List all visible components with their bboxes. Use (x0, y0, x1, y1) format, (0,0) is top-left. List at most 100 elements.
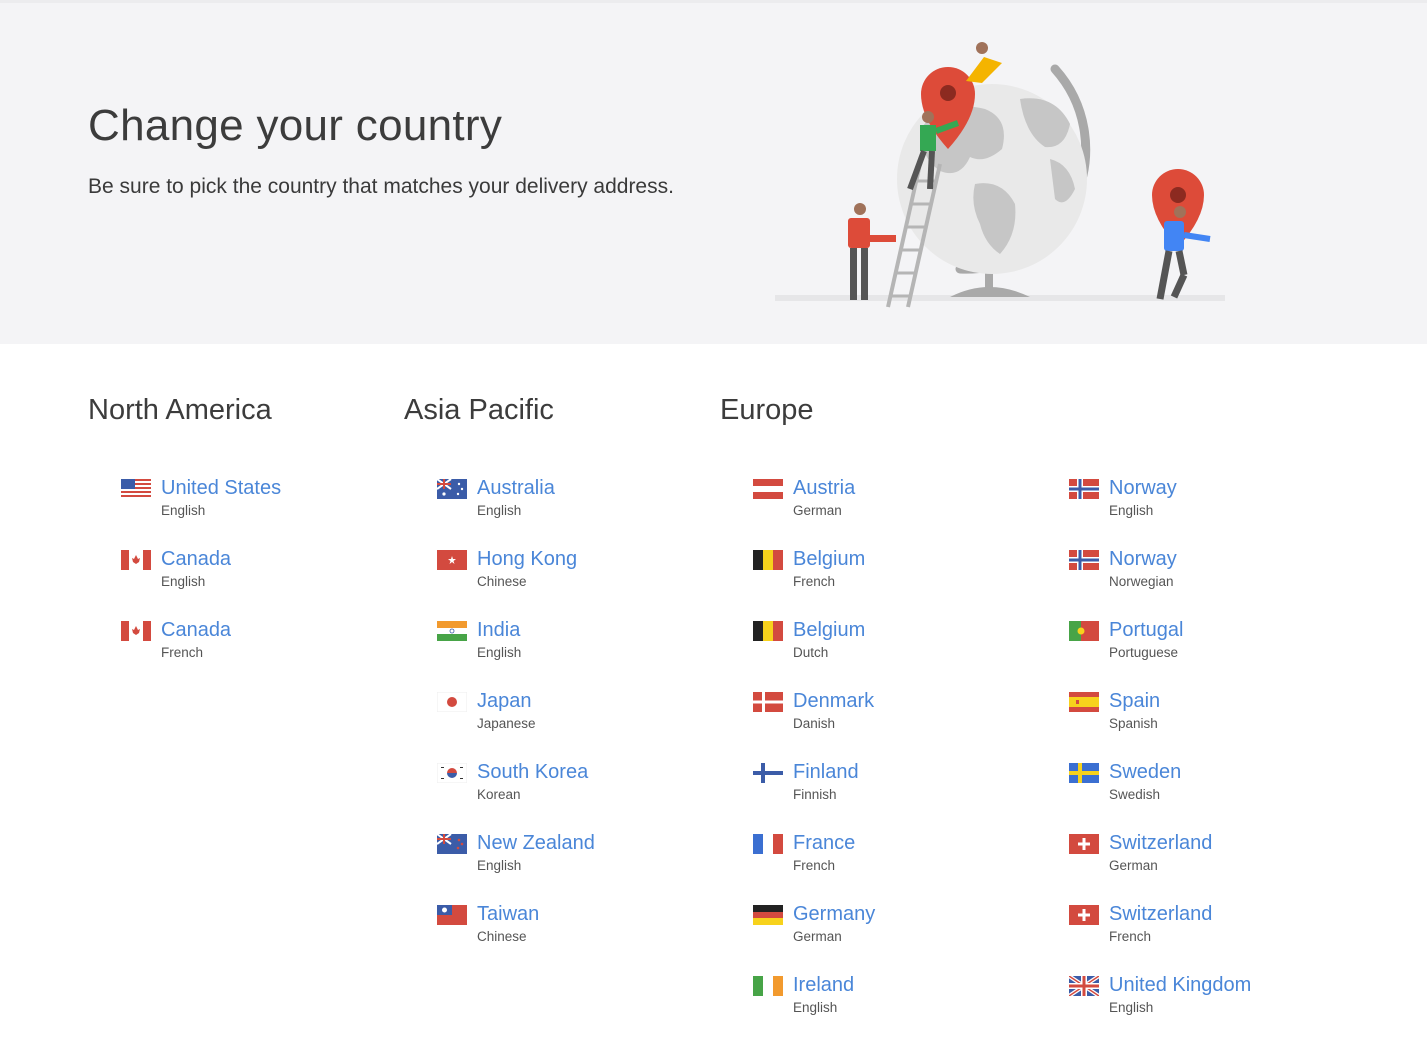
country-name[interactable]: Denmark (793, 690, 874, 713)
country-option-ireland-english[interactable]: Ireland English (753, 971, 1053, 1042)
new-zealand-flag-icon (437, 834, 467, 854)
norway-flag-icon (1069, 479, 1099, 499)
country-name[interactable]: Finland (793, 761, 859, 784)
country-option-united-states-english[interactable]: United States English (121, 474, 421, 545)
finland-flag-icon (753, 763, 783, 783)
country-name[interactable]: Japan (477, 690, 532, 713)
country-name[interactable]: Australia (477, 477, 555, 500)
austria-flag-icon (753, 479, 783, 499)
hong-kong-flag-icon (437, 550, 467, 570)
country-name[interactable]: Canada (161, 548, 231, 571)
country-option-new-zealand-english[interactable]: New Zealand English (437, 829, 737, 900)
country-option-canada-french[interactable]: Canada French (121, 616, 421, 687)
country-name[interactable]: Taiwan (477, 903, 539, 926)
asia-pacific-list: Australia English Hong Kong Chinese Indi… (437, 474, 737, 971)
globe-illustration (775, 42, 1225, 308)
country-name[interactable]: India (477, 619, 520, 642)
country-name[interactable]: Portugal (1109, 619, 1184, 642)
country-language: German (793, 929, 842, 944)
country-language: English (1109, 1000, 1154, 1015)
country-language: Norwegian (1109, 574, 1174, 589)
country-language: English (477, 645, 522, 660)
country-option-norway-english[interactable]: Norway English (1069, 474, 1369, 545)
portugal-flag-icon (1069, 621, 1099, 641)
country-language: English (161, 574, 206, 589)
country-language: Swedish (1109, 787, 1161, 802)
country-option-south-korea-korean[interactable]: South Korea Korean (437, 758, 737, 829)
ireland-flag-icon (753, 976, 783, 996)
country-option-united-kingdom-english[interactable]: United Kingdom English (1069, 971, 1369, 1042)
country-option-germany-german[interactable]: Germany German (753, 900, 1053, 971)
country-language: English (793, 1000, 838, 1015)
country-language: English (1109, 503, 1154, 518)
germany-flag-icon (753, 905, 783, 925)
country-option-japan-japanese[interactable]: Japan Japanese (437, 687, 737, 758)
country-name[interactable]: New Zealand (477, 832, 595, 855)
country-language: Danish (793, 716, 836, 731)
country-name[interactable]: Hong Kong (477, 548, 577, 571)
canada-flag-icon (121, 550, 151, 570)
australia-flag-icon (437, 479, 467, 499)
country-option-portugal-portuguese[interactable]: Portugal Portuguese (1069, 616, 1369, 687)
country-language: Finnish (793, 787, 837, 802)
country-language: Chinese (477, 574, 527, 589)
taiwan-flag-icon (437, 905, 467, 925)
europe-list-column-1: Austria German Belgium French Belgium Du… (753, 474, 1053, 1042)
country-option-austria-german[interactable]: Austria German (753, 474, 1053, 545)
country-name[interactable]: Switzerland (1109, 903, 1212, 926)
canada-flag-icon (121, 621, 151, 641)
country-option-india-english[interactable]: India English (437, 616, 737, 687)
country-name[interactable]: United Kingdom (1109, 974, 1251, 997)
denmark-flag-icon (753, 692, 783, 712)
country-option-denmark-danish[interactable]: Denmark Danish (753, 687, 1053, 758)
country-option-hong-kong-chinese[interactable]: Hong Kong Chinese (437, 545, 737, 616)
switzerland-flag-icon (1069, 834, 1099, 854)
north-america-list: United States English Canada English Can… (121, 474, 421, 687)
south-korea-flag-icon (437, 763, 467, 783)
country-name[interactable]: Spain (1109, 690, 1160, 713)
country-name[interactable]: Belgium (793, 619, 865, 642)
country-name[interactable]: Germany (793, 903, 875, 926)
country-name[interactable]: United States (161, 477, 281, 500)
country-option-belgium-dutch[interactable]: Belgium Dutch (753, 616, 1053, 687)
us-flag-icon (121, 479, 151, 499)
region-heading-europe: Europe (720, 394, 814, 426)
page-title: Change your country (88, 101, 503, 150)
hero-banner: Change your country Be sure to pick the … (0, 0, 1427, 344)
country-option-canada-english[interactable]: Canada English (121, 545, 421, 616)
country-name[interactable]: Ireland (793, 974, 854, 997)
country-name[interactable]: Switzerland (1109, 832, 1212, 855)
country-language: German (1109, 858, 1158, 873)
europe-list-column-2: Norway English Norway Norwegian Portugal… (1069, 474, 1369, 1042)
country-name[interactable]: France (793, 832, 855, 855)
japan-flag-icon (437, 692, 467, 712)
country-name[interactable]: Austria (793, 477, 855, 500)
country-language: English (161, 503, 206, 518)
country-name[interactable]: South Korea (477, 761, 588, 784)
country-name[interactable]: Sweden (1109, 761, 1181, 784)
country-name[interactable]: Belgium (793, 548, 865, 571)
country-name[interactable]: Norway (1109, 477, 1177, 500)
country-name[interactable]: Canada (161, 619, 231, 642)
country-option-finland-finnish[interactable]: Finland Finnish (753, 758, 1053, 829)
country-option-france-french[interactable]: France French (753, 829, 1053, 900)
country-option-belgium-french[interactable]: Belgium French (753, 545, 1053, 616)
country-language: Portuguese (1109, 645, 1179, 660)
spain-flag-icon (1069, 692, 1099, 712)
country-language: English (477, 503, 522, 518)
country-language: French (793, 574, 836, 589)
country-option-australia-english[interactable]: Australia English (437, 474, 737, 545)
country-option-switzerland-french[interactable]: Switzerland French (1069, 900, 1369, 971)
country-language: French (161, 645, 204, 660)
country-option-sweden-swedish[interactable]: Sweden Swedish (1069, 758, 1369, 829)
page-subtitle: Be sure to pick the country that matches… (88, 175, 674, 198)
country-option-taiwan-chinese[interactable]: Taiwan Chinese (437, 900, 737, 971)
country-option-norway-norwegian[interactable]: Norway Norwegian (1069, 545, 1369, 616)
country-language: French (1109, 929, 1152, 944)
belgium-flag-icon (753, 550, 783, 570)
country-name[interactable]: Norway (1109, 548, 1177, 571)
country-language: Dutch (793, 645, 829, 660)
country-option-spain-spanish[interactable]: Spain Spanish (1069, 687, 1369, 758)
country-language: Chinese (477, 929, 527, 944)
country-option-switzerland-german[interactable]: Switzerland German (1069, 829, 1369, 900)
